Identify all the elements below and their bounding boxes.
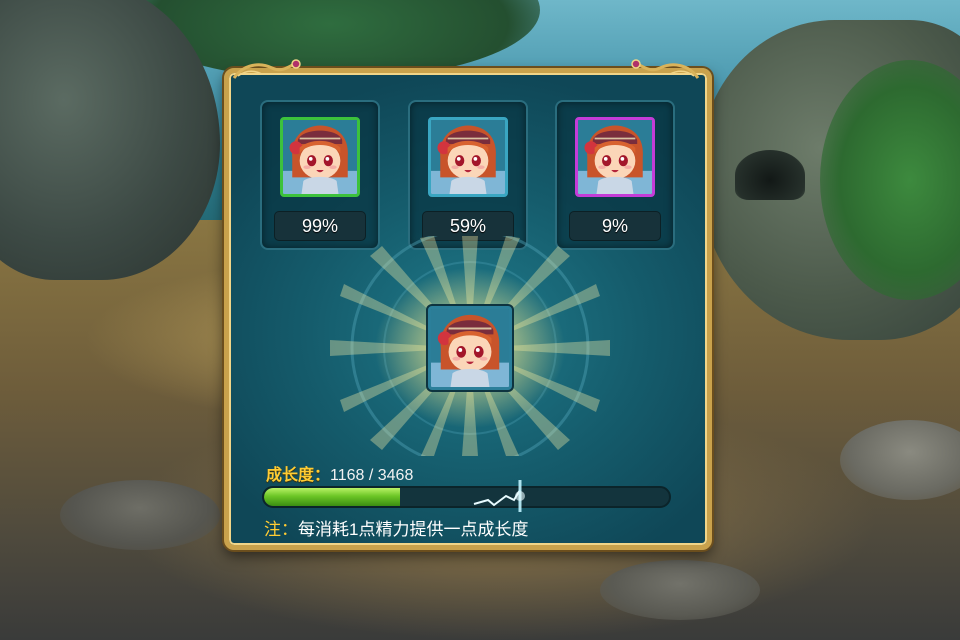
note-prefix: 注： (264, 520, 298, 539)
growth-key: 成长度： (266, 467, 331, 484)
growth-progress-bar (262, 486, 671, 508)
hero-portrait-icon (280, 117, 360, 197)
panel-ornament-left-icon (232, 58, 302, 80)
candidate-slot-1[interactable]: 99% (260, 100, 380, 250)
lightning-spark-icon (470, 478, 530, 514)
note-text: 注：每消耗1点精力提供一点成长度 (264, 515, 528, 540)
growth-label: 成长度：1168 / 3468 (266, 461, 414, 484)
cliff-rock-left (0, 0, 220, 280)
note-body: 每消耗1点精力提供一点成长度 (298, 520, 529, 539)
hero-portrait-icon (428, 117, 508, 197)
result-hero-portrait-icon[interactable] (428, 306, 512, 390)
hero-portrait-icon (575, 117, 655, 197)
growth-value: 1168 / 3468 (330, 467, 414, 484)
rock-bottom-center (600, 560, 760, 620)
candidate-slot-3[interactable]: 9% (555, 100, 675, 250)
panel-ornament-right-icon (630, 58, 700, 80)
growth-progress-fill (264, 488, 401, 506)
candidate-slot-2[interactable]: 59% (408, 100, 528, 250)
rock-bottom-left (60, 480, 220, 550)
cave-entrance (735, 150, 805, 200)
